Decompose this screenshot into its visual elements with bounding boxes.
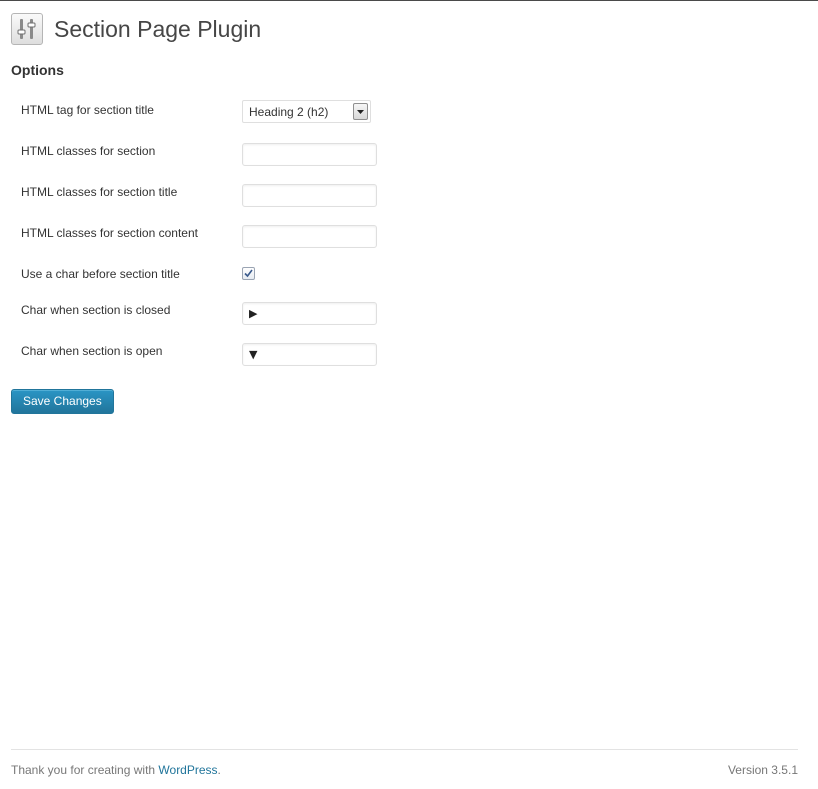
option-label: Char when section is open bbox=[21, 344, 163, 358]
option-row-section-content-classes: HTML classes for section content bbox=[21, 218, 421, 259]
section-title-classes-input[interactable] bbox=[242, 184, 377, 207]
option-row-section-classes: HTML classes for section bbox=[21, 136, 421, 177]
wordpress-link[interactable]: WordPress bbox=[158, 763, 217, 777]
save-changes-button[interactable]: Save Changes bbox=[11, 389, 114, 414]
option-label: HTML classes for section title bbox=[21, 185, 178, 199]
option-row-char-open: Char when section is open ▼ bbox=[21, 336, 421, 377]
option-row-use-char: Use a char before section title bbox=[21, 259, 421, 295]
option-label: HTML classes for section content bbox=[21, 226, 198, 240]
section-classes-input[interactable] bbox=[242, 143, 377, 166]
page-title: Section Page Plugin bbox=[54, 16, 262, 42]
select-value: Heading 2 (h2) bbox=[249, 104, 329, 119]
footer-period: . bbox=[217, 763, 221, 777]
footer-thanks: Thank you for creating with WordPress. bbox=[11, 763, 221, 777]
section-title-tag-select[interactable]: Heading 2 (h2) bbox=[242, 100, 371, 123]
checkmark-icon bbox=[244, 269, 253, 278]
option-label: HTML tag for section title bbox=[21, 103, 154, 117]
footer-thanks-text: Thank you for creating with bbox=[11, 763, 159, 777]
char-closed-input[interactable]: ▶ bbox=[242, 302, 377, 325]
options-form-table: HTML tag for section title Heading 2 (h2… bbox=[21, 95, 421, 377]
option-label: Char when section is closed bbox=[21, 303, 171, 317]
option-row-section-title-classes: HTML classes for section title bbox=[21, 177, 421, 218]
footer-version: Version 3.5.1 bbox=[727, 763, 798, 777]
char-open-input[interactable]: ▼ bbox=[242, 343, 377, 366]
page-header: Section Page Plugin bbox=[11, 11, 261, 47]
settings-sliders-icon bbox=[11, 13, 43, 45]
option-label: HTML classes for section bbox=[21, 144, 156, 158]
chevron-down-icon[interactable] bbox=[353, 103, 368, 120]
section-content-classes-input[interactable] bbox=[242, 225, 377, 248]
options-heading: Options bbox=[11, 62, 64, 78]
option-label: Use a char before section title bbox=[21, 267, 180, 281]
settings-page: Section Page Plugin Options HTML tag for… bbox=[0, 0, 818, 789]
option-row-char-closed: Char when section is closed ▶ bbox=[21, 295, 421, 336]
use-char-checkbox[interactable] bbox=[242, 267, 255, 280]
option-row-section-title-tag: HTML tag for section title Heading 2 (h2… bbox=[21, 95, 421, 136]
footer-divider bbox=[11, 749, 798, 750]
